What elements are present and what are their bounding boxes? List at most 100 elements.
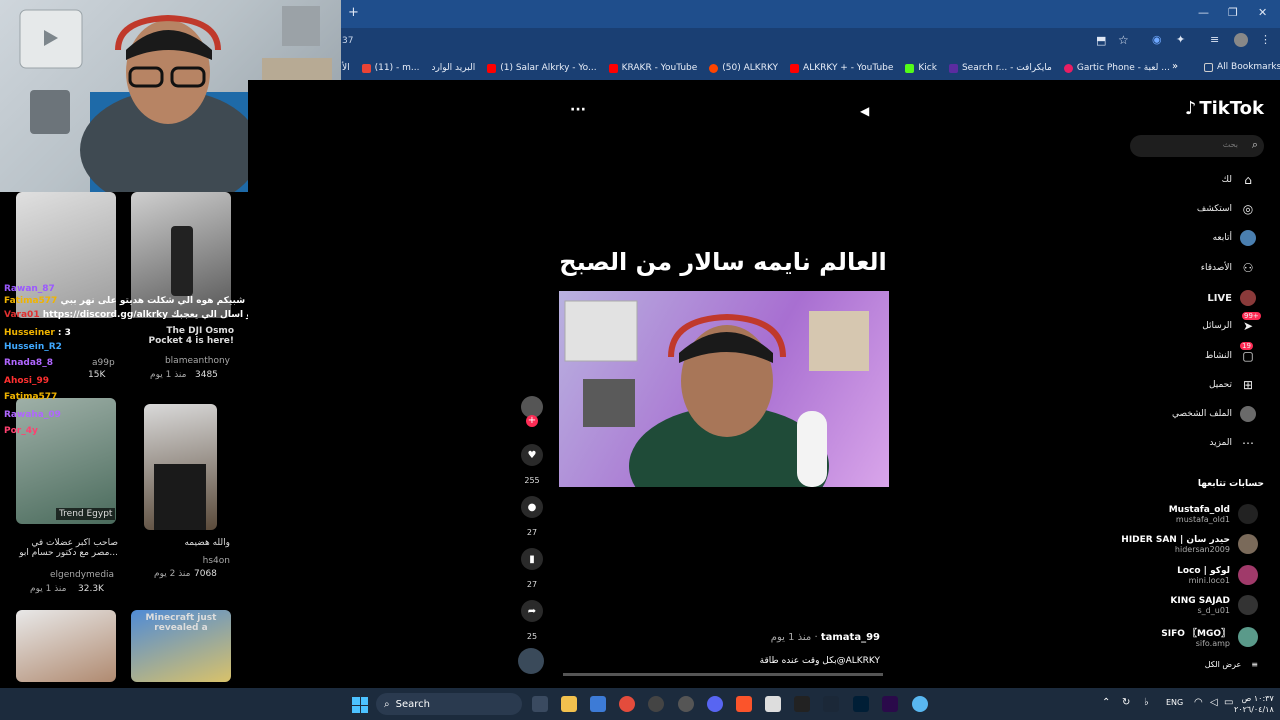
video-thumbnail[interactable]	[144, 404, 217, 530]
install-icon[interactable]: ⬒	[1096, 34, 1106, 47]
all-bookmarks-label: All Bookmarks	[1217, 62, 1280, 72]
bookmark-item[interactable]: البريد الوارد	[431, 63, 475, 73]
video-caption[interactable]: The DJI Osmo Pocket 4 is here!	[144, 326, 234, 346]
like-button[interactable]: ♥	[521, 444, 543, 466]
nav-following[interactable]: أتابعه	[1213, 230, 1256, 246]
tray-chevron-icon[interactable]: ⌃	[1102, 697, 1110, 708]
premiere-icon[interactable]	[882, 696, 898, 712]
settings-icon[interactable]	[678, 696, 694, 712]
clock[interactable]: ١٠:٣٧ ص ٢٠٢٦/٠٤/١٨	[1234, 693, 1274, 715]
brave-icon[interactable]	[736, 696, 752, 712]
minimize-button[interactable]: —	[1198, 6, 1209, 19]
video-description: بكل وقت عنده طاقة@ALKRKY	[759, 656, 880, 666]
search-site-icon	[948, 63, 958, 73]
bookmark-item[interactable]: Search r... - مايكرافت	[948, 63, 1052, 73]
nav-live[interactable]: LIVE	[1207, 290, 1256, 306]
save-button[interactable]: ▮	[521, 548, 543, 570]
chrome-icon[interactable]	[619, 696, 635, 712]
account-name: Mustafa_old	[1168, 504, 1230, 515]
video-author[interactable]: elgendymedia	[50, 570, 114, 580]
following-account[interactable]: Loco | لوكو mini.loco1	[1177, 565, 1258, 585]
chat-line: Husseiner : 3	[4, 328, 71, 338]
nav-label: LIVE	[1207, 292, 1232, 304]
bookmark-item[interactable]: KRAKR - YouTube	[608, 63, 697, 73]
wifi-icon[interactable]: ◠	[1194, 697, 1203, 708]
more-options-icon[interactable]: ···	[570, 102, 586, 118]
chat-user: Fatima577	[4, 392, 58, 402]
video-likes: 7068	[194, 569, 217, 579]
follow-plus-icon[interactable]: +	[526, 415, 538, 427]
comment-button[interactable]: ●	[521, 496, 543, 518]
chat-user: Rawan_87	[4, 284, 55, 294]
windows-start-icon[interactable]	[352, 697, 368, 713]
all-bookmarks-button[interactable]: All Bookmarks	[1204, 62, 1280, 72]
more-bookmarks-icon[interactable]: »	[1172, 61, 1178, 72]
video-author[interactable]: tamata_99	[821, 632, 880, 643]
puzzle-icon[interactable]: ✦	[1176, 33, 1185, 46]
following-account[interactable]: SIFO 〖MGO〗 sifo.amp	[1161, 626, 1258, 648]
microphone-icon[interactable]: ♭	[1144, 697, 1149, 708]
tiktok-logo[interactable]: ♪ TikTok	[1185, 98, 1264, 119]
music-disc-icon[interactable]	[518, 648, 544, 674]
bookmark-item[interactable]: (11) - m...	[361, 63, 419, 73]
nav-messages[interactable]: الرسائل ➤ 99+	[1202, 312, 1261, 334]
discord-icon[interactable]	[707, 696, 723, 712]
search-icon[interactable]: ⌕	[1252, 138, 1258, 152]
video-author[interactable]: blameanthony	[120, 356, 230, 366]
notepad-icon[interactable]	[765, 696, 781, 712]
volume-icon[interactable]: ◁	[1210, 697, 1218, 708]
following-account[interactable]: Mustafa_old mustafa_old1	[1169, 504, 1258, 524]
capcut-icon[interactable]	[794, 696, 810, 712]
following-account[interactable]: KING SAJAD s_d_u01	[1170, 595, 1258, 615]
sync-icon[interactable]: ↻	[1122, 697, 1130, 708]
nav-profile[interactable]: الملف الشخصي	[1172, 406, 1256, 422]
nav-for-you[interactable]: لك ⌂	[1222, 172, 1256, 188]
bookmark-item[interactable]: Gartic Phone - لعبة ...	[1063, 63, 1170, 73]
restore-button[interactable]: ❐	[1228, 6, 1238, 19]
nav-friends[interactable]: الأصدقاء ⚇	[1201, 260, 1256, 276]
star-icon[interactable]: ☆	[1118, 33, 1129, 47]
nav-explore[interactable]: استكشف ◎	[1197, 201, 1256, 217]
nav-activity[interactable]: النشاط ▢ 19	[1205, 342, 1256, 364]
video-player[interactable]	[559, 291, 889, 487]
file-explorer-icon[interactable]	[561, 696, 577, 712]
bookmark-item[interactable]: Kick	[905, 63, 937, 73]
task-view-icon[interactable]	[532, 696, 548, 712]
close-window-button[interactable]: ✕	[1258, 6, 1267, 19]
steam-icon[interactable]	[823, 696, 839, 712]
bookmark-item[interactable]: (1) Salar Alkrky - Yo...	[487, 63, 597, 73]
share-button[interactable]: ➦	[521, 600, 543, 622]
store-icon[interactable]	[590, 696, 606, 712]
app-icon[interactable]	[648, 696, 664, 712]
volume-icon[interactable]: ◀	[860, 104, 869, 118]
bookmark-item[interactable]: (50) ALKRKY	[709, 63, 778, 73]
following-account[interactable]: HIDER SAN | حيدر سان hidersan2009	[1121, 534, 1258, 554]
extension-icon[interactable]: ◉	[1152, 33, 1162, 46]
battery-icon[interactable]: ▭	[1224, 697, 1233, 708]
progress-bar[interactable]	[563, 673, 883, 676]
search-box[interactable]: بحث ⌕	[1130, 135, 1264, 157]
kebab-menu-icon[interactable]: ⋮	[1260, 33, 1271, 46]
account-handle: hidersan2009	[1174, 544, 1230, 554]
media-icon[interactable]: ≡	[1210, 33, 1219, 46]
taskbar-search[interactable]: ⌕ Search	[376, 693, 522, 715]
video-thumbnail[interactable]: Minecraft just revealed a	[131, 610, 231, 682]
account-handle: sifo.amp	[1195, 639, 1230, 648]
bookmark-item[interactable]: ALKRKY + - YouTube	[790, 63, 893, 73]
video-author[interactable]: hs4on	[150, 556, 230, 566]
bookmark-item[interactable]: الأ	[342, 63, 350, 73]
new-tab-button[interactable]: +	[348, 5, 359, 20]
video-caption[interactable]: والله هضيمه	[150, 538, 230, 548]
video-author[interactable]: a99p	[92, 358, 115, 368]
nav-upload[interactable]: تحميل ⊞	[1209, 377, 1256, 393]
nav-more[interactable]: المزيد ⋯	[1209, 435, 1256, 451]
account-name: Loco | لوكو	[1177, 565, 1230, 576]
app2-icon[interactable]	[912, 696, 928, 712]
show-all-link[interactable]: عرض الكل ≡	[1205, 660, 1258, 669]
chat-user: Hussein_R2	[4, 342, 62, 352]
video-thumbnail[interactable]	[16, 610, 116, 682]
photoshop-icon[interactable]	[853, 696, 869, 712]
language-indicator[interactable]: ENG	[1166, 698, 1183, 707]
video-caption[interactable]: صاحب اكبر عضلات في مصر مع دكتور حسام ابو…	[18, 538, 118, 558]
profile-avatar[interactable]	[1234, 33, 1248, 47]
